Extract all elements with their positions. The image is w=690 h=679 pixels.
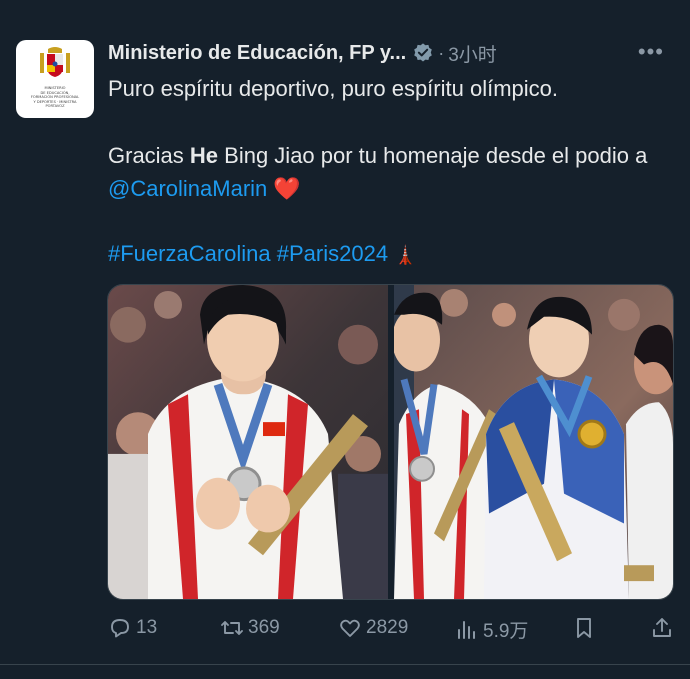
tweet-header: Ministerio de Educación, FP y... · 3小时 •… — [108, 38, 678, 68]
more-options-icon[interactable]: ••• — [638, 39, 664, 65]
tweet-action-bar: 13 369 2829 5.9万 — [108, 616, 678, 648]
share-icon — [653, 618, 671, 637]
separator-dot: · — [438, 42, 445, 63]
verified-badge-icon — [414, 43, 433, 62]
tweet-hashtags: #FuerzaCarolina #Paris2024 🗼 — [108, 237, 668, 272]
view-count: 5.9万 — [483, 621, 529, 642]
bold-name: He — [189, 143, 219, 168]
views-button[interactable]: 5.9万 — [455, 616, 528, 643]
tweet-media[interactable] — [107, 284, 674, 600]
mention-link[interactable]: @CarolinaMarin — [108, 176, 267, 201]
reply-count: 13 — [136, 617, 158, 638]
share-button[interactable] — [650, 616, 678, 640]
tweet-text-line1: Puro espíritu deportivo, puro espíritu o… — [108, 76, 559, 101]
text-segment: Bing Jiao por tu homenaje desde el podio… — [218, 143, 648, 168]
divider — [0, 664, 690, 665]
like-button[interactable]: 2829 — [338, 616, 408, 640]
analytics-icon — [458, 620, 475, 639]
bookmark-button[interactable] — [572, 616, 600, 640]
like-count: 2829 — [366, 617, 409, 638]
tweet-text-thanks: Gracias He Bing Jiao por tu homenaje des… — [108, 139, 668, 205]
reply-icon — [111, 619, 129, 638]
avatar-caption: MINISTERIO DE EDUCACIÓN, FORMACIÓN PROFE… — [20, 86, 90, 109]
retweet-button[interactable]: 369 — [220, 616, 280, 640]
heart-emoji: ❤️ — [273, 176, 301, 201]
bookmark-icon — [577, 618, 591, 638]
avatar-line: PORTAVOZ — [45, 104, 65, 109]
account-avatar[interactable]: MINISTERIO DE EDUCACIÓN, FORMACIÓN PROFE… — [16, 40, 94, 118]
hashtag-link[interactable]: #Paris2024 — [277, 241, 388, 266]
photo-podium-silver[interactable] — [108, 285, 388, 599]
reply-button[interactable]: 13 — [108, 616, 157, 640]
hashtag-link[interactable]: #FuerzaCarolina — [108, 241, 271, 266]
coat-of-arms-icon — [40, 47, 70, 77]
account-name[interactable]: Ministerio de Educación, FP y... — [108, 42, 406, 65]
tweet-timestamp[interactable]: 3小时 — [448, 40, 497, 67]
text-segment: Gracias — [108, 143, 190, 168]
retweet-icon — [221, 621, 243, 635]
retweet-count: 369 — [248, 617, 280, 638]
photo-podium-group[interactable] — [394, 285, 673, 599]
athletes-photo-image — [394, 285, 673, 599]
heart-icon — [340, 619, 360, 637]
athlete-photo-image — [108, 285, 388, 599]
eiffel-tower-emoji: 🗼 — [394, 245, 417, 265]
